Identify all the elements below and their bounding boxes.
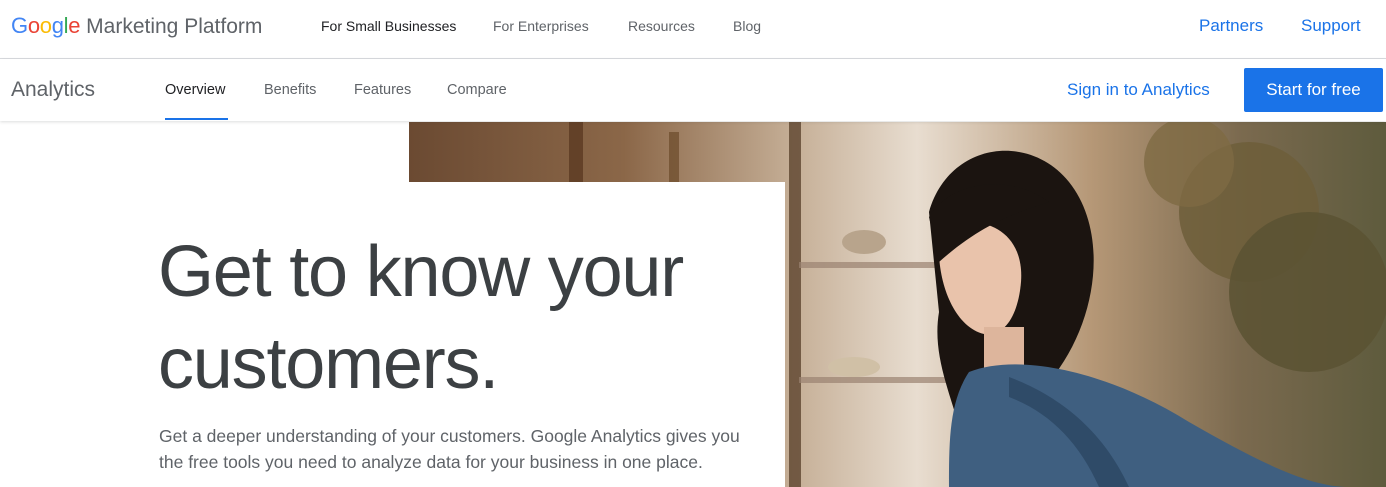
product-name[interactable]: Analytics xyxy=(11,78,95,102)
support-link[interactable]: Support xyxy=(1301,16,1361,36)
hero-card-top xyxy=(0,122,409,182)
logo-letter: o xyxy=(27,13,40,38)
tab-overview[interactable]: Overview xyxy=(165,82,225,98)
partners-link[interactable]: Partners xyxy=(1199,16,1263,36)
top-navigation-bar: Google Marketing Platform For Small Busi… xyxy=(0,0,1386,59)
tab-benefits[interactable]: Benefits xyxy=(264,82,316,98)
logo-letter: G xyxy=(11,13,28,38)
topnav-resources[interactable]: Resources xyxy=(628,18,695,34)
logo-letter: o xyxy=(39,13,52,38)
active-tab-indicator xyxy=(165,118,228,120)
tab-features[interactable]: Features xyxy=(354,82,411,98)
hero-description: Get a deeper understanding of your custo… xyxy=(159,426,740,472)
product-navigation-bar: Analytics Overview Benefits Features Com… xyxy=(0,59,1386,121)
tab-compare[interactable]: Compare xyxy=(447,82,507,98)
start-for-free-button[interactable]: Start for free xyxy=(1244,68,1383,112)
google-marketing-platform-logo[interactable]: Google Marketing Platform xyxy=(11,13,262,43)
topnav-small-businesses[interactable]: For Small Businesses xyxy=(321,18,456,34)
topnav-enterprises[interactable]: For Enterprises xyxy=(493,18,589,34)
sign-in-link[interactable]: Sign in to Analytics xyxy=(1067,80,1210,100)
logo-letter: g xyxy=(51,13,64,38)
logo-letter: e xyxy=(68,13,81,38)
topnav-blog[interactable]: Blog xyxy=(733,18,761,34)
hero-headline: Get to know your customers. xyxy=(158,232,684,404)
platform-name: Marketing Platform xyxy=(86,15,263,38)
